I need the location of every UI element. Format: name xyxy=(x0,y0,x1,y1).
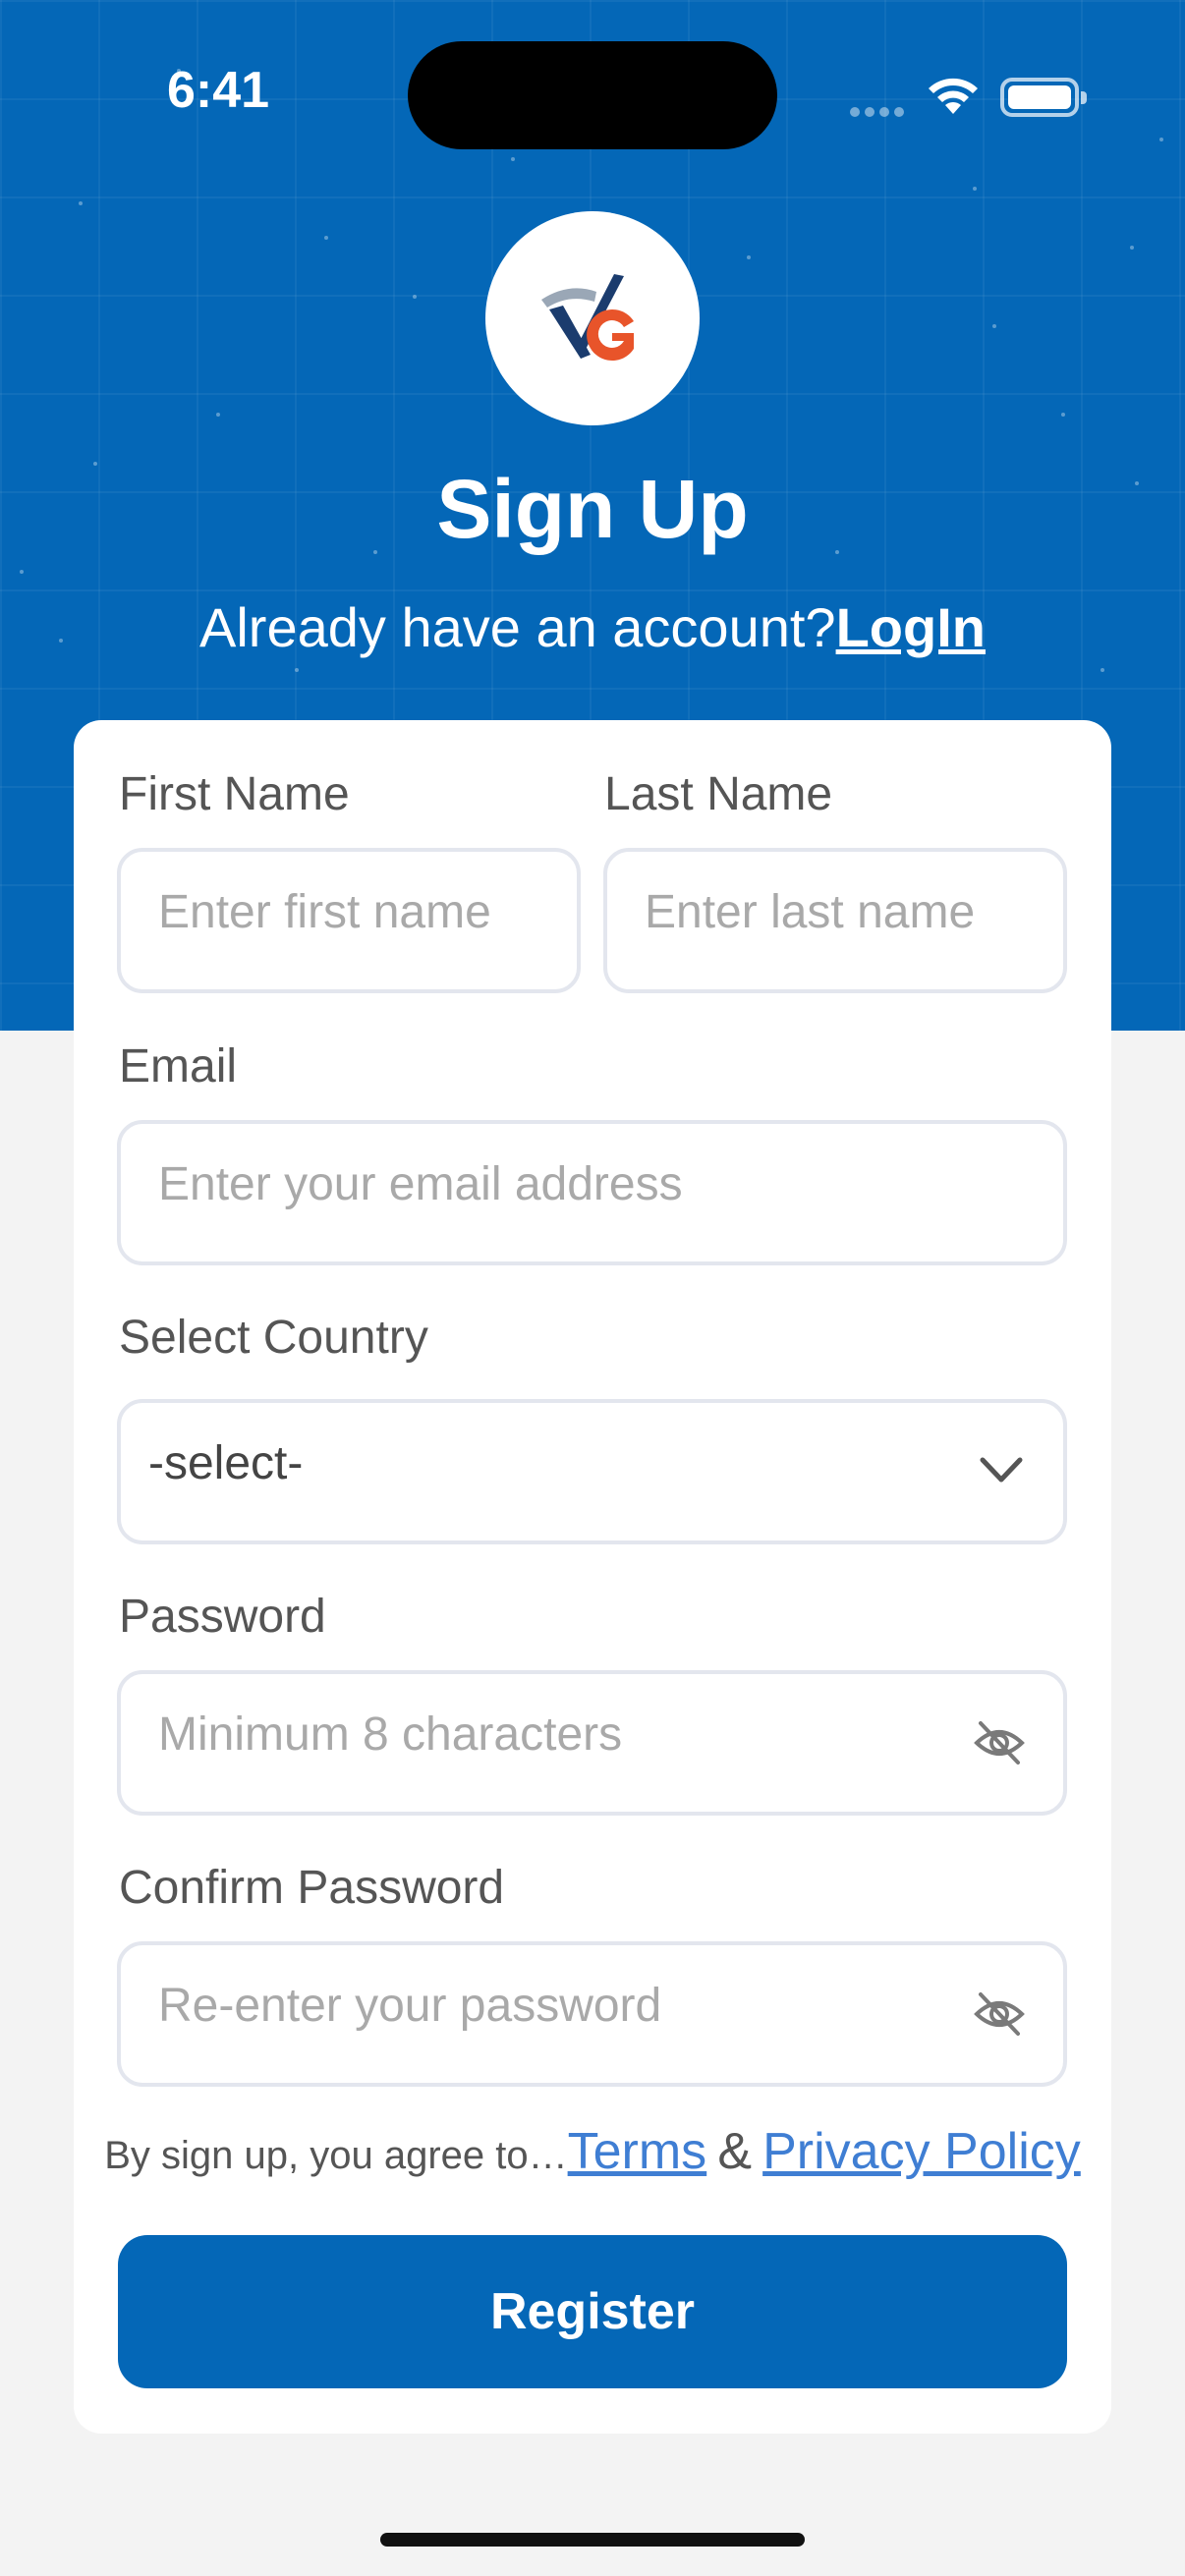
first-name-placeholder: Enter first name xyxy=(158,886,491,938)
first-name-field[interactable]: Enter first name xyxy=(117,848,581,993)
terms-ampersand: & xyxy=(717,2123,752,2180)
terms-agreement: By sign up, you agree to…Terms & Privacy… xyxy=(49,2122,1136,2181)
home-indicator xyxy=(380,2533,805,2547)
battery-icon xyxy=(1000,78,1087,117)
last-name-placeholder: Enter last name xyxy=(645,886,976,938)
confirm-password-field[interactable]: Re-enter your password xyxy=(117,1941,1067,2087)
chevron-down-icon xyxy=(980,1457,1023,1483)
confirm-password-placeholder: Re-enter your password xyxy=(158,1980,662,2032)
email-label: Email xyxy=(119,1040,238,1092)
wifi-icon xyxy=(929,78,978,114)
status-time: 6:41 xyxy=(167,62,270,119)
country-label: Select Country xyxy=(119,1312,428,1364)
email-placeholder: Enter your email address xyxy=(158,1158,683,1210)
eye-off-icon[interactable] xyxy=(973,1990,1026,2038)
login-link[interactable]: LogIn xyxy=(836,596,986,658)
password-placeholder: Minimum 8 characters xyxy=(158,1708,623,1761)
first-name-label: First Name xyxy=(119,768,350,820)
privacy-policy-link[interactable]: Privacy Policy xyxy=(762,2123,1081,2180)
last-name-field[interactable]: Enter last name xyxy=(603,848,1067,993)
login-prompt: Already have an account?LogIn xyxy=(0,595,1185,659)
dynamic-island xyxy=(408,41,777,149)
last-name-label: Last Name xyxy=(604,768,833,820)
page-title: Sign Up xyxy=(436,463,749,555)
password-field[interactable]: Minimum 8 characters xyxy=(117,1670,1067,1816)
cellular-signal-icon xyxy=(850,104,909,122)
logo-mark-icon xyxy=(541,274,634,361)
password-label: Password xyxy=(119,1591,326,1643)
terms-prefix: By sign up, you agree to… xyxy=(104,2134,568,2177)
email-field[interactable]: Enter your email address xyxy=(117,1120,1067,1265)
register-button[interactable]: Register xyxy=(118,2235,1067,2388)
login-prompt-text: Already have an account? xyxy=(199,596,836,658)
confirm-password-label: Confirm Password xyxy=(119,1862,505,1914)
country-select-value: -select- xyxy=(148,1437,304,1489)
eye-off-icon[interactable] xyxy=(973,1719,1026,1766)
app-logo xyxy=(485,211,700,425)
country-select[interactable]: -select- xyxy=(117,1399,1067,1544)
terms-link[interactable]: Terms xyxy=(568,2123,707,2180)
